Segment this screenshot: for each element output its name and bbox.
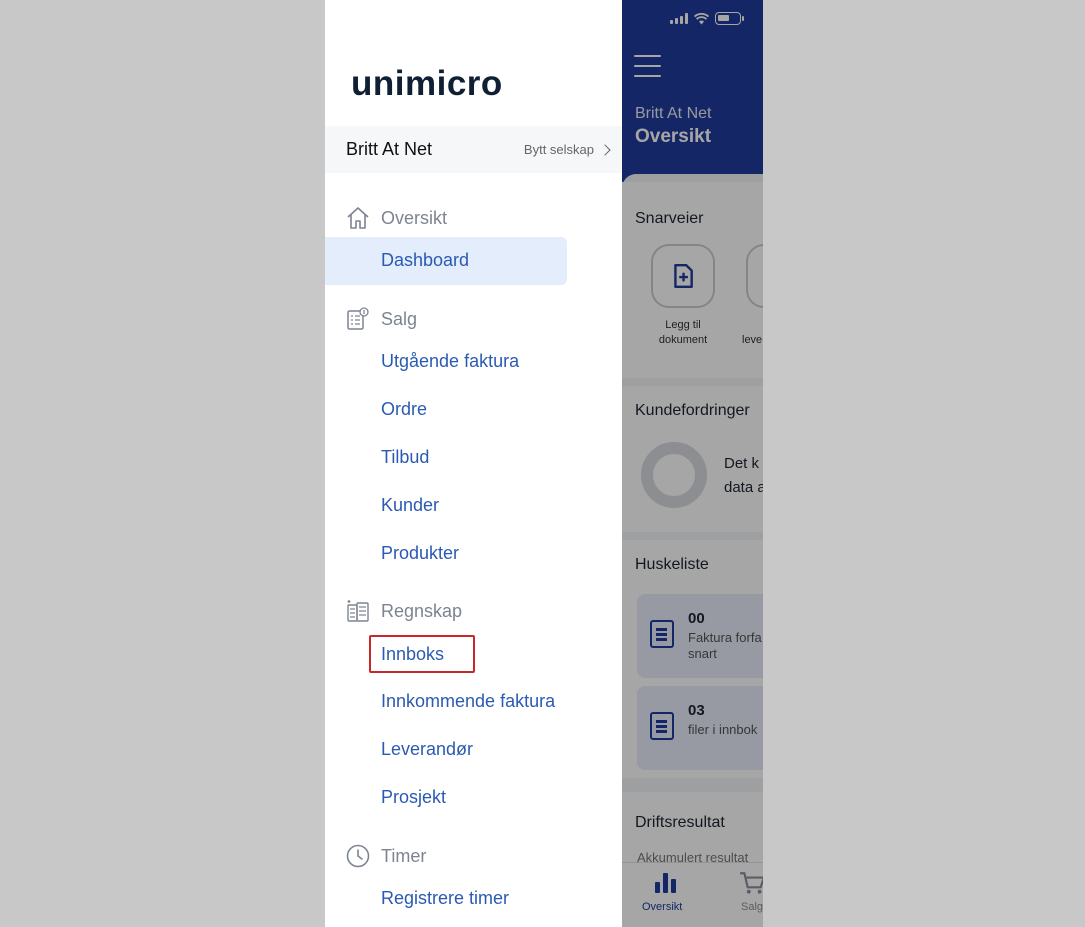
menu-item-dashboard[interactable]: Dashboard	[381, 250, 469, 271]
side-menu: unimicro Britt At Net Bytt selskap Overs…	[325, 0, 622, 927]
menu-group-oversikt: Oversikt	[345, 205, 447, 231]
menu-item-products[interactable]: Produkter	[381, 543, 459, 564]
sales-icon	[347, 307, 369, 330]
menu-item-customers[interactable]: Kunder	[381, 495, 439, 516]
company-name: Britt At Net	[346, 139, 433, 159]
menu-group-regnskap: Regnskap	[345, 598, 462, 624]
phone-screen: Britt At Net Oversikt Snarveier Legg til…	[325, 0, 763, 927]
company-switcher[interactable]: Britt At Net Bytt selskap	[325, 126, 622, 173]
clock-icon	[346, 844, 370, 868]
chevron-right-icon	[599, 143, 611, 156]
menu-item-register-hours[interactable]: Registrere timer	[381, 888, 509, 909]
dim-overlay[interactable]	[622, 0, 763, 927]
accounting-icon	[347, 600, 369, 622]
menu-item-incoming-invoice[interactable]: Innkommende faktura	[381, 691, 555, 712]
menu-item-project[interactable]: Prosjekt	[381, 787, 446, 808]
menu-item-orders[interactable]: Ordre	[381, 399, 427, 420]
app-overview-screen: Britt At Net Oversikt Snarveier Legg til…	[622, 0, 763, 927]
menu-item-outgoing-invoice[interactable]: Utgående faktura	[381, 351, 519, 372]
inbox-highlight-box	[369, 635, 475, 673]
menu-item-quotes[interactable]: Tilbud	[381, 447, 429, 468]
unimicro-logo: unimicro	[351, 64, 503, 103]
switch-company-link[interactable]: Bytt selskap	[524, 142, 611, 157]
home-icon	[347, 207, 369, 229]
menu-group-salg: Salg	[345, 306, 417, 332]
menu-group-timer: Timer	[345, 843, 426, 869]
menu-item-supplier[interactable]: Leverandør	[381, 739, 473, 760]
